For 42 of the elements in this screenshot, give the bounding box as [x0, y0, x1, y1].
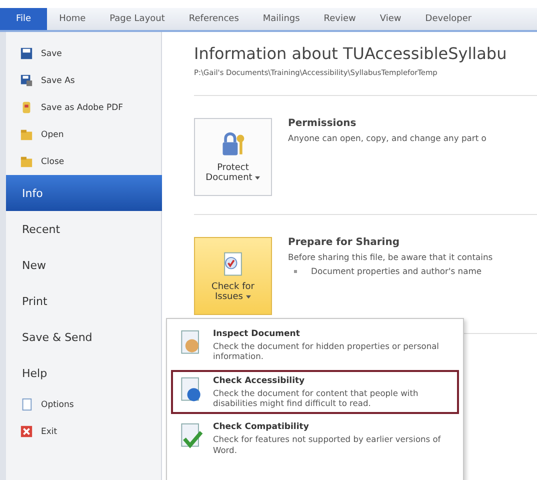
sidebar-item[interactable]: Recent	[6, 211, 161, 247]
section-heading: Permissions	[288, 118, 358, 129]
section-button[interactable]: Check for Issues	[194, 237, 272, 315]
ribbon-tab[interactable]: Mailings	[250, 8, 312, 30]
sidebar-item[interactable]: Exit	[6, 418, 161, 445]
ribbon-tab[interactable]: View	[368, 8, 414, 30]
menu-item[interactable]: Check Compatibility Check for features not supported by earlier versions of Word.	[171, 416, 459, 462]
sidebar-item[interactable]: Save	[6, 40, 161, 67]
sidebar-item[interactable]: Info	[6, 175, 162, 211]
ribbon-tab[interactable]: Home	[47, 8, 98, 30]
sidebar-item[interactable]: Open	[6, 121, 161, 148]
sidebar-item[interactable]: Options	[6, 391, 161, 418]
menu-item[interactable]: Check Accessibility Check the document for content that people with disabilities might find difficult to read.	[171, 370, 459, 414]
sidebar-item[interactable]: Close	[6, 148, 161, 175]
close-icon	[20, 425, 33, 438]
ribbon-tab[interactable]: Page Layout	[98, 8, 177, 30]
section-heading: Prepare for Sharing	[288, 237, 400, 248]
caret-icon	[255, 176, 260, 180]
save-icon	[20, 47, 33, 60]
sidebar-item[interactable]: Save As	[6, 67, 161, 94]
save-as-icon	[20, 74, 33, 87]
ribbon-tab[interactable]: File	[0, 8, 48, 30]
menu-item[interactable]: Inspect Document Check the document for hidden properties or personal information.	[171, 323, 459, 368]
bullet-item: Document properties and author's name	[311, 266, 482, 276]
caret-icon	[246, 294, 251, 299]
sidebar-item[interactable]: Save & Send	[6, 319, 161, 355]
document-title: Information about TUAccessibleSyllabu	[194, 44, 508, 63]
section-description: Before sharing this file, be aware that it contains	[288, 252, 493, 262]
sidebar-item[interactable]: Save as Adobe PDF	[6, 94, 161, 121]
pdf-icon	[20, 101, 33, 114]
ribbon-tab[interactable]: Developer	[413, 8, 484, 30]
sidebar-item[interactable]: New	[6, 247, 161, 283]
document-icon	[20, 398, 33, 411]
ribbon-tab[interactable]: Review	[312, 8, 368, 30]
sidebar-item[interactable]: Help	[6, 355, 161, 391]
bullet-icon	[294, 270, 297, 272]
folder-icon	[20, 128, 33, 141]
folder-icon	[20, 155, 33, 168]
section-description: Anyone can open, copy, and change any part o	[288, 133, 486, 143]
ribbon-tab[interactable]: References	[176, 8, 251, 30]
sidebar-item[interactable]: Print	[6, 283, 161, 319]
section-button[interactable]: Protect Document	[194, 118, 272, 196]
